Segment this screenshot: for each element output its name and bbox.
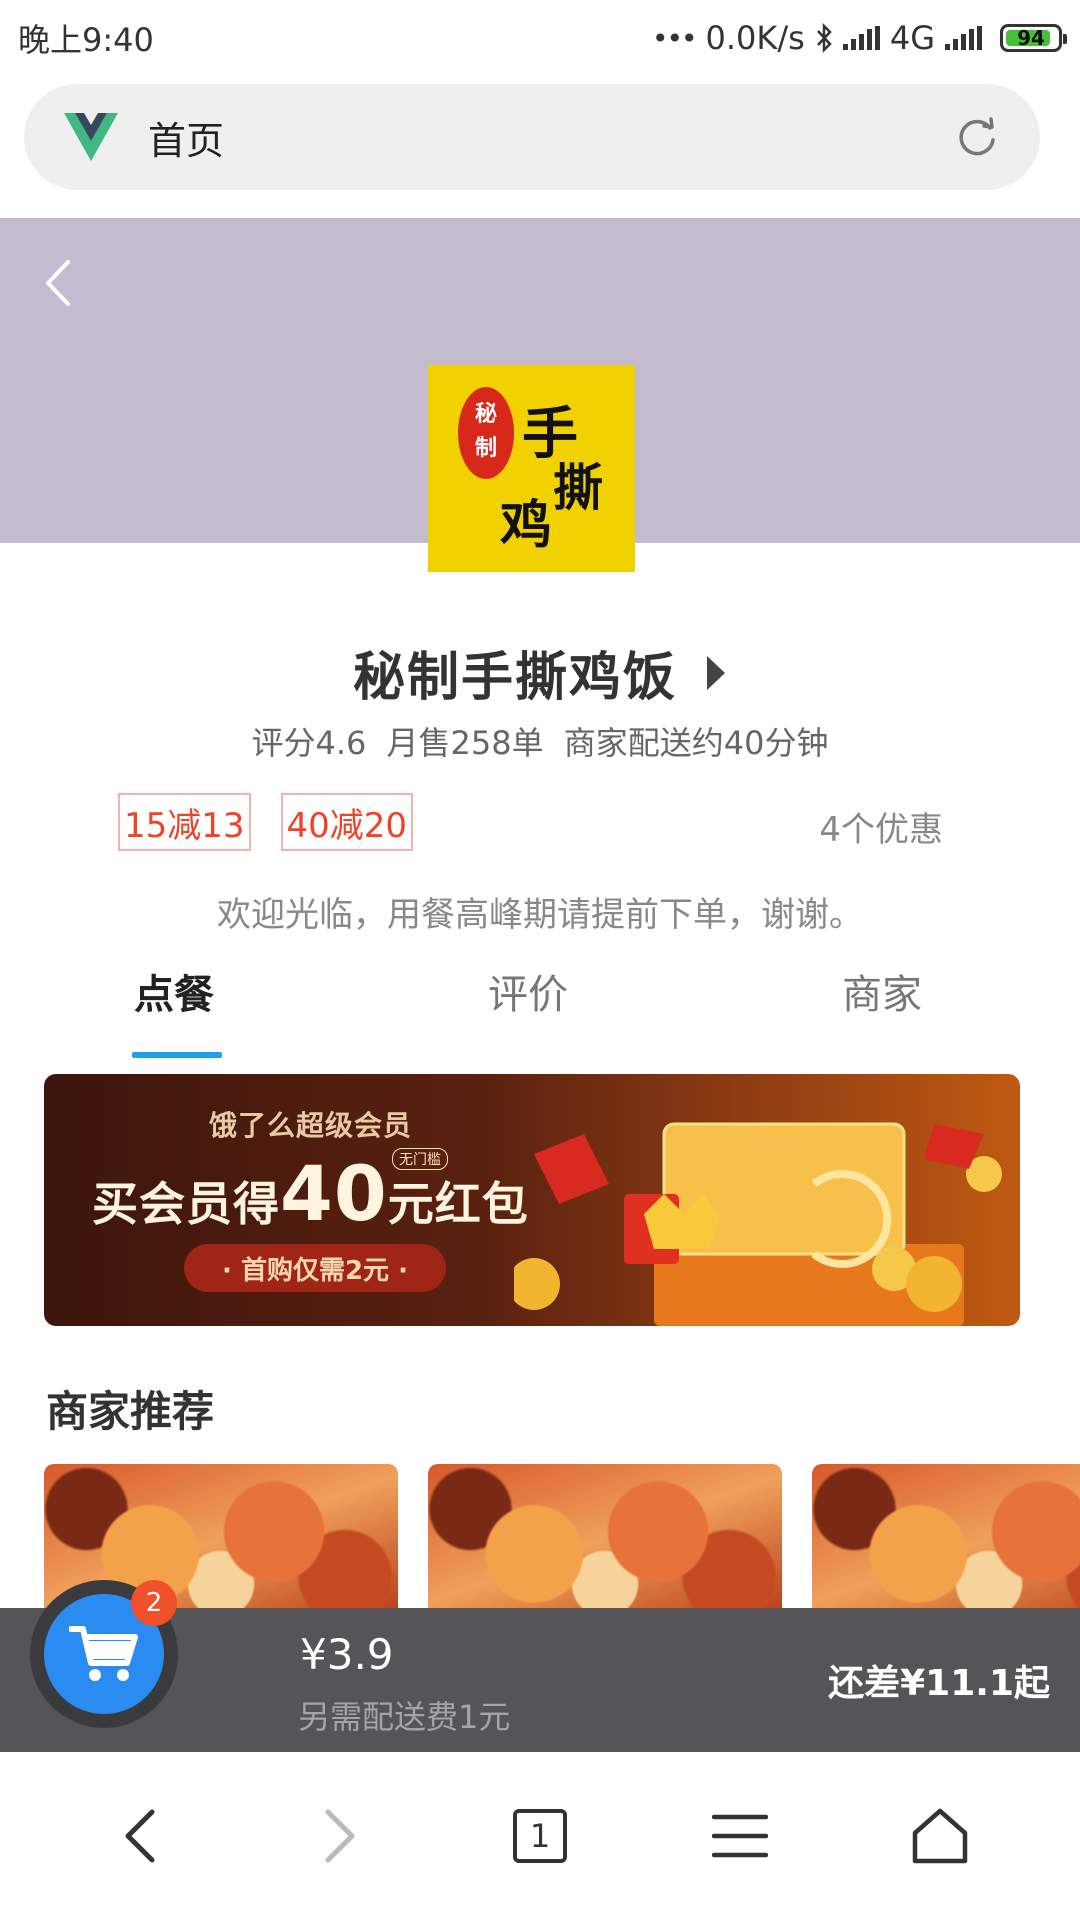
page: 晚上9:40 ••• 0.0K/s 4G 94 首页 秘 制 手 撕 鸡 秘制手… bbox=[0, 0, 1080, 1920]
shop-logo: 秘 制 手 撕 鸡 bbox=[428, 365, 635, 572]
tab-count: 1 bbox=[513, 1809, 567, 1863]
vip-badge: 无门槛 bbox=[392, 1148, 448, 1170]
browser-bottom-nav: 1 bbox=[0, 1752, 1080, 1920]
shop-name: 秘制手撕鸡饭 bbox=[352, 648, 677, 708]
bluetooth-icon bbox=[816, 23, 832, 53]
tab-order[interactable]: 点餐 bbox=[134, 962, 214, 1020]
more-dots-icon: ••• bbox=[651, 21, 698, 55]
network-speed: 0.0K/s bbox=[705, 19, 805, 57]
tab-merchant[interactable]: 商家 bbox=[842, 962, 922, 1020]
vue-logo-icon bbox=[64, 113, 118, 161]
logo-seal-char-2: 制 bbox=[475, 435, 497, 461]
gift-card-illustration bbox=[514, 1122, 1002, 1326]
promo-tags: 15减13 40减20 bbox=[118, 793, 414, 851]
vip-promo-banner[interactable]: 饿了么超级会员 买会员得40元红包 无门槛 · 首购仅需2元 · bbox=[44, 1074, 1020, 1326]
reload-icon[interactable] bbox=[954, 114, 1000, 160]
shop-logo-art: 秘 制 手 撕 鸡 bbox=[428, 365, 635, 572]
nav-forward-button[interactable] bbox=[300, 1796, 380, 1876]
shop-notice: 欢迎光临，用餐高峰期请提前下单，谢谢。 bbox=[217, 895, 863, 935]
chevron-left-icon bbox=[125, 1809, 155, 1863]
caret-right-icon bbox=[707, 655, 725, 690]
nav-menu-button[interactable] bbox=[700, 1796, 780, 1876]
section-title-recommend: 商家推荐 bbox=[46, 1387, 215, 1436]
status-bar: 晚上9:40 ••• 0.0K/s 4G 94 bbox=[0, 0, 1080, 76]
status-time: 晚上9:40 bbox=[18, 21, 154, 59]
cart-total-price: ¥3.9 bbox=[300, 1630, 394, 1679]
page-title: 首页 bbox=[148, 118, 225, 163]
shop-name-row[interactable]: 秘制手撕鸡饭 bbox=[0, 635, 1080, 710]
logo-char-2: 撕 bbox=[553, 458, 603, 517]
shop-tabs: 点餐 评价 商家 bbox=[0, 962, 1080, 1062]
chevron-right-icon bbox=[325, 1809, 355, 1863]
promo-tag: 40减20 bbox=[280, 793, 414, 851]
vip-title-prefix: 买会员得 bbox=[92, 1177, 280, 1231]
battery-icon: 94 bbox=[1000, 24, 1067, 52]
menu-icon bbox=[712, 1814, 768, 1858]
back-arrow-icon[interactable] bbox=[40, 258, 80, 308]
cart-delivery-fee: 另需配送费1元 bbox=[298, 1698, 511, 1736]
signal-icon bbox=[842, 26, 880, 50]
tab-active-indicator bbox=[132, 1052, 222, 1058]
nav-tabs-button[interactable]: 1 bbox=[500, 1796, 580, 1876]
vip-cta-button[interactable]: · 首购仅需2元 · bbox=[184, 1244, 446, 1292]
vip-title-suffix: 元红包 bbox=[387, 1177, 529, 1231]
status-indicators: ••• 0.0K/s 4G 94 bbox=[651, 19, 1067, 57]
shop-meta: 评分4.6 月售258单 商家配送约40分钟 bbox=[251, 724, 829, 762]
vip-title: 买会员得40元红包 bbox=[92, 1149, 529, 1238]
recommend-food-card[interactable] bbox=[428, 1464, 782, 1614]
vip-subtitle: 饿了么超级会员 bbox=[209, 1109, 413, 1142]
vip-title-amount: 40 bbox=[280, 1149, 388, 1238]
logo-seal-char-1: 秘 bbox=[475, 401, 497, 427]
signal-icon-2 bbox=[945, 26, 982, 50]
home-icon bbox=[912, 1808, 968, 1864]
recommend-food-card[interactable] bbox=[812, 1464, 1080, 1614]
cart-count-badge: 2 bbox=[131, 1580, 177, 1626]
address-bar[interactable]: 首页 bbox=[24, 84, 1040, 190]
cart-min-order: 还差¥11.1起 bbox=[828, 1663, 1050, 1704]
logo-char-3: 鸡 bbox=[500, 495, 552, 556]
promo-tag: 15减13 bbox=[118, 793, 251, 851]
shopping-cart-icon bbox=[69, 1626, 138, 1681]
network-type: 4G bbox=[889, 19, 935, 57]
promo-count-link[interactable]: 4个优惠 bbox=[819, 802, 943, 851]
battery-level: 94 bbox=[1017, 26, 1045, 50]
nav-back-button[interactable] bbox=[100, 1796, 180, 1876]
tab-reviews[interactable]: 评价 bbox=[488, 962, 568, 1020]
nav-home-button[interactable] bbox=[900, 1796, 980, 1876]
